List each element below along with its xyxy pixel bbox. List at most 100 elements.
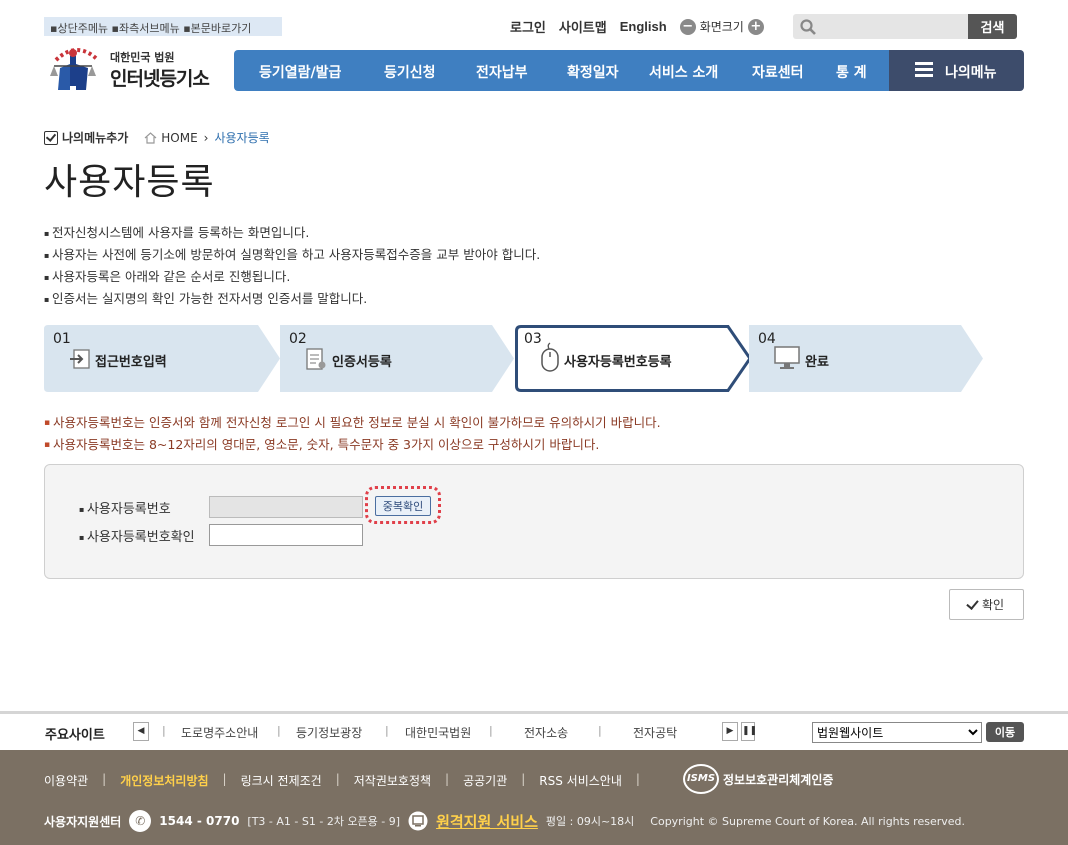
warning-item: 사용자등록번호는 인증서와 함께 전자신청 로그인 시 필요한 정보로 분실 시… bbox=[44, 412, 661, 434]
step-01: 01 접근번호입력 bbox=[44, 325, 282, 392]
prev-arrow-icon[interactable]: ◀ bbox=[133, 722, 149, 741]
confirm-button[interactable]: 확인 bbox=[949, 589, 1024, 620]
description-item: 전자신청시스템에 사용자를 등록하는 화면입니다. bbox=[44, 222, 540, 244]
utility-menu: 로그인 사이트맵 English − 화면크기 + bbox=[510, 17, 764, 36]
confirm-reg-no-field[interactable] bbox=[209, 524, 363, 546]
font-size-control: − 화면크기 + bbox=[679, 18, 764, 35]
logo-title: 인터넷등기소 bbox=[110, 68, 210, 90]
step-number: 02 bbox=[289, 331, 307, 347]
main-navigation: 등기열람/발급 등기신청 전자납부 확정일자 서비스 소개 자료센터 통 계 bbox=[234, 50, 889, 91]
step-label: 인증서등록 bbox=[332, 355, 392, 370]
nav-item-registry-view[interactable]: 등기열람/발급 bbox=[259, 62, 341, 82]
support-center-label: 사용자지원센터 bbox=[44, 814, 122, 829]
site-link[interactable]: 도로명주소안내 bbox=[181, 724, 258, 741]
site-link[interactable]: 전자소송 bbox=[524, 724, 568, 741]
description-item: 인증서는 실지명의 확인 가능한 전자서명 인증서를 말합니다. bbox=[44, 288, 540, 310]
site-select[interactable]: 법원웹사이트 bbox=[812, 722, 982, 743]
footer-link[interactable]: 저작권보호정책 bbox=[354, 772, 431, 789]
isms-badge-icon: ISMS bbox=[683, 764, 719, 794]
footer-link[interactable]: RSS 서비스안내 bbox=[539, 772, 622, 789]
skip-navigation[interactable]: ▪상단주메뉴 ▪좌측서브메뉴 ▪본문바로가기 bbox=[44, 17, 282, 36]
my-menu-button[interactable]: 나의메뉴 bbox=[889, 50, 1024, 91]
court-emblem-icon bbox=[50, 48, 100, 90]
footer: 이용약관 | 개인정보처리방침 | 링크시 전제조건 | 저작권보호정책 | 공공기관 |… bbox=[0, 750, 1068, 845]
zoom-out-icon[interactable]: − bbox=[679, 18, 696, 35]
step-03-active: 03 사용자등록번호등록 bbox=[515, 325, 753, 392]
font-size-label: 화면크기 bbox=[699, 20, 744, 34]
remote-support-link[interactable]: 원격지원 서비스 bbox=[436, 811, 538, 832]
site-link[interactable]: 등기정보광장 bbox=[296, 724, 362, 741]
checkbox-icon bbox=[44, 130, 58, 145]
step-label: 완료 bbox=[805, 355, 829, 370]
hamburger-icon bbox=[915, 62, 933, 78]
search-input[interactable] bbox=[821, 17, 961, 36]
logo-subtitle: 대한민국 법원 bbox=[110, 51, 175, 64]
phone-icon: ✆ bbox=[129, 810, 152, 832]
nav-item-fixed-date[interactable]: 확정일자 bbox=[567, 62, 619, 82]
mouse-icon bbox=[541, 342, 559, 372]
isms-certification: ISMS 정보보호관리체계인증 bbox=[683, 764, 833, 794]
description-item: 사용자등록은 아래와 같은 순서로 진행됩니다. bbox=[44, 266, 540, 288]
search-bar: 검색 bbox=[793, 14, 1017, 39]
go-button[interactable]: 이동 bbox=[986, 722, 1024, 742]
nav-item-service-intro[interactable]: 서비스 소개 bbox=[649, 62, 718, 82]
warning-item: 사용자등록번호는 8~12자리의 영대문, 영소문, 숫자, 특수문자 중 3가… bbox=[44, 434, 661, 456]
confirm-reg-no-label: 사용자등록번호확인 bbox=[79, 526, 195, 545]
nav-item-e-payment[interactable]: 전자납부 bbox=[476, 62, 528, 82]
home-icon bbox=[144, 131, 157, 144]
search-icon bbox=[800, 19, 816, 35]
step-label: 사용자등록번호등록 bbox=[564, 355, 672, 370]
breadcrumb-home-label: HOME bbox=[161, 130, 198, 145]
breadcrumb-home[interactable]: HOME bbox=[144, 130, 198, 145]
duplicate-check-button[interactable]: 중복확인 bbox=[375, 496, 431, 516]
major-sites-title: 주요사이트 bbox=[45, 728, 105, 743]
site-link[interactable]: 전자공탁 bbox=[633, 724, 677, 741]
monitor-icon bbox=[774, 346, 800, 369]
zoom-in-icon[interactable]: + bbox=[747, 18, 764, 35]
remote-support-icon bbox=[408, 811, 428, 831]
footer-link[interactable]: 링크시 전제조건 bbox=[241, 772, 322, 789]
description-item: 사용자는 사전에 등기소에 방문하여 실명확인을 하고 사용자등록접수증을 교부… bbox=[44, 244, 540, 266]
login-link[interactable]: 로그인 bbox=[510, 17, 546, 36]
step-number: 01 bbox=[53, 331, 71, 347]
certificate-icon bbox=[306, 348, 326, 370]
footer-link-privacy[interactable]: 개인정보처리방침 bbox=[120, 772, 208, 789]
english-link[interactable]: English bbox=[620, 19, 667, 34]
breadcrumb-separator: › bbox=[203, 130, 209, 145]
nav-item-resources[interactable]: 자료센터 bbox=[752, 62, 804, 82]
site-logo[interactable]: 대한민국 법원 인터넷등기소 bbox=[48, 42, 228, 94]
warning-list: 사용자등록번호는 인증서와 함께 전자신청 로그인 시 필요한 정보로 분실 시… bbox=[44, 412, 661, 456]
support-hours: 평일 : 09시~18시 bbox=[545, 815, 635, 828]
next-arrow-icon[interactable]: ▶ bbox=[722, 722, 738, 741]
reg-no-field[interactable] bbox=[209, 496, 363, 518]
search-button[interactable]: 검색 bbox=[968, 14, 1017, 39]
breadcrumb: 나의메뉴추가 HOME › 사용자등록 bbox=[44, 129, 270, 146]
footer-link[interactable]: 공공기관 bbox=[463, 772, 507, 789]
registration-form: 사용자등록번호 중복확인 사용자등록번호확인 bbox=[44, 464, 1024, 579]
copyright: Copyright © Supreme Court of Korea. All … bbox=[650, 814, 966, 828]
major-sites-bar: 주요사이트 ◀ | 도로명주소안내 | 등기정보광장 | 대한민국법원 | 전자… bbox=[0, 711, 1068, 750]
footer-links: 이용약관 | 개인정보처리방침 | 링크시 전제조건 | 저작권보호정책 | 공공기관 |… bbox=[44, 772, 640, 789]
breadcrumb-current: 사용자등록 bbox=[214, 131, 270, 145]
nav-item-statistics[interactable]: 통 계 bbox=[836, 62, 867, 82]
check-icon bbox=[966, 596, 979, 610]
nav-item-registry-apply[interactable]: 등기신청 bbox=[384, 62, 436, 82]
description-list: 전자신청시스템에 사용자를 등록하는 화면입니다. 사용자는 사전에 등기소에 … bbox=[44, 222, 540, 310]
enter-icon bbox=[70, 349, 90, 369]
site-link[interactable]: 대한민국법원 bbox=[405, 724, 471, 741]
add-my-menu-label: 나의메뉴추가 bbox=[62, 131, 129, 145]
reg-no-label: 사용자등록번호 bbox=[79, 498, 171, 517]
dup-check-highlight: 중복확인 bbox=[365, 486, 441, 524]
support-phone: 1544 - 0770 bbox=[159, 814, 240, 828]
sitemap-link[interactable]: 사이트맵 bbox=[559, 17, 607, 36]
pause-icon[interactable]: ❚❚ bbox=[741, 722, 757, 741]
support-phone-detail: [T3 - A1 - S1 - 2차 오픈용 - 9] bbox=[247, 815, 401, 828]
confirm-button-label: 확인 bbox=[981, 598, 1005, 612]
my-menu-label: 나의메뉴 bbox=[945, 65, 997, 81]
footer-link[interactable]: 이용약관 bbox=[44, 772, 88, 789]
add-my-menu[interactable]: 나의메뉴추가 bbox=[44, 129, 128, 146]
page-title: 사용자등록 bbox=[44, 162, 215, 203]
step-label: 접근번호입력 bbox=[95, 355, 167, 370]
support-center: 사용자지원센터 ✆ 1544 - 0770 [T3 - A1 - S1 - 2차… bbox=[44, 810, 965, 832]
isms-label: 정보보호관리체계인증 bbox=[723, 772, 834, 787]
